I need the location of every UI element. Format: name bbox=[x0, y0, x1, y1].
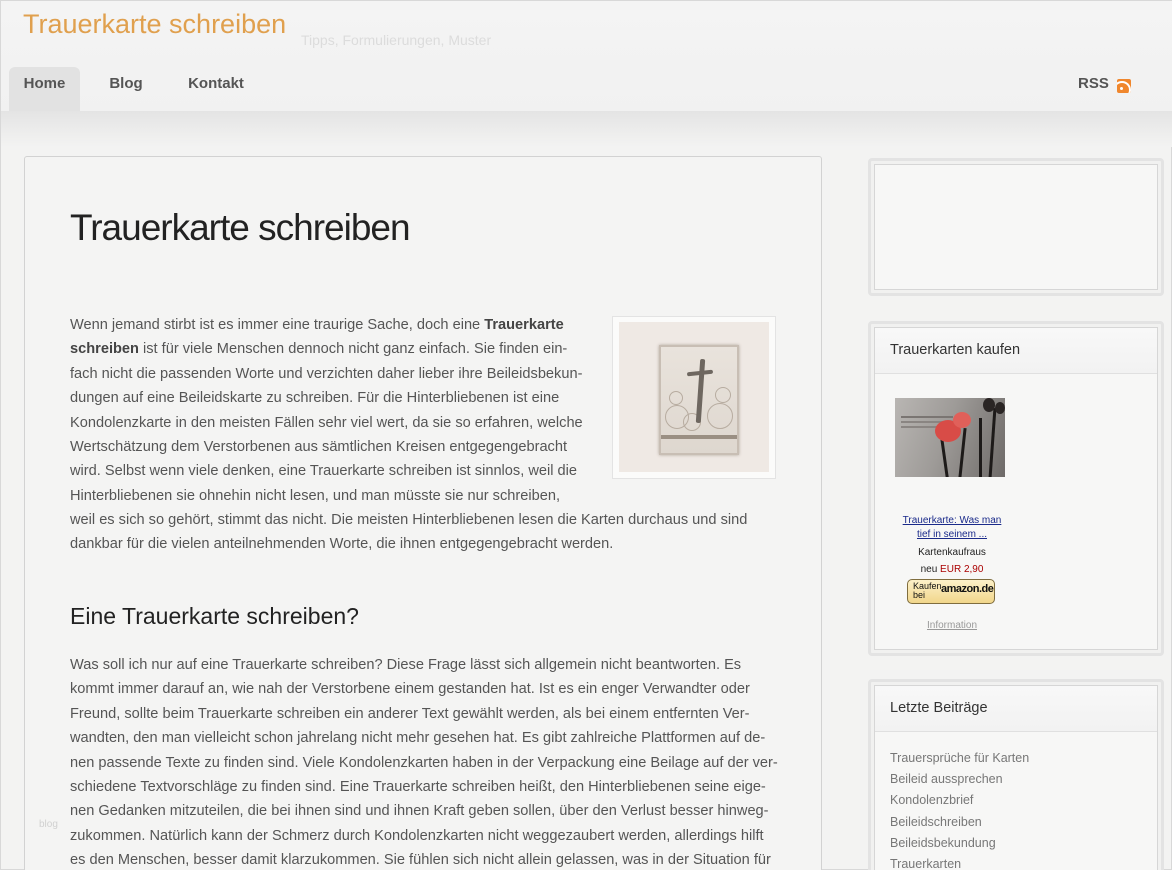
recent-posts-list: Trauersprüche für Karten Beileid ausspre… bbox=[890, 748, 1029, 870]
recent-post-link[interactable]: Beileidschreiben bbox=[890, 812, 1029, 833]
product-seller: Kartenkaufraus bbox=[918, 547, 986, 558]
post-title: Trauerkarte schreiben bbox=[70, 207, 411, 248]
product-link[interactable]: Trauerkarte: Was man tief in seinem ... bbox=[895, 514, 1009, 542]
widget-title-shop: Trauerkarten kaufen bbox=[875, 328, 1157, 374]
intro-paragraph-continued: weil es sich so gehört, stimmt das nicht… bbox=[70, 512, 748, 553]
recent-post-link[interactable]: Kondolenzbrief bbox=[890, 790, 1029, 811]
cross-card-icon bbox=[659, 345, 739, 455]
header-shadow bbox=[1, 111, 1172, 147]
recent-post-link[interactable]: Trauerkarten bbox=[890, 854, 1029, 870]
widget-title-recent: Letzte Beiträge bbox=[875, 686, 1157, 732]
rss-link[interactable]: RSS bbox=[1078, 75, 1109, 92]
nav-kontakt[interactable]: Kontakt bbox=[181, 67, 251, 111]
site-title[interactable]: Trauerkarte schreiben bbox=[23, 9, 286, 40]
site-tagline: Tipps, Formulierungen, Muster bbox=[301, 32, 492, 48]
product-price: neu EUR 2,90 bbox=[920, 564, 984, 575]
buy-at-amazon-button[interactable]: Kaufen bei amazon.de bbox=[907, 579, 995, 604]
main-content: Trauerkarte schreiben Wenn jemand stirbt… bbox=[24, 156, 822, 870]
product-image[interactable] bbox=[895, 398, 1005, 477]
info-link[interactable]: Information bbox=[895, 620, 1009, 631]
faint-blog-label: blog bbox=[39, 819, 58, 830]
section-paragraph: Was soll ich nur auf eine Trauerkarte sc… bbox=[70, 657, 778, 869]
section-heading: Eine Trauerkarte schreiben? bbox=[70, 603, 359, 629]
site-header: Trauerkarte schreiben Tipps, Formulierun… bbox=[1, 1, 1172, 113]
sidebar-widget-recent: Letzte Beiträge Trauersprüche für Karten… bbox=[868, 679, 1164, 870]
sidebar-widget-shop: Trauerkarten kaufen Trauerkarte: Was man… bbox=[868, 321, 1164, 656]
recent-post-link[interactable]: Beileid aussprechen bbox=[890, 769, 1029, 790]
recent-post-link[interactable]: Trauersprüche für Karten bbox=[890, 748, 1029, 769]
recent-post-link[interactable]: Beileidsbekundung bbox=[890, 833, 1029, 854]
rss-feed-icon[interactable] bbox=[1117, 79, 1131, 93]
nav-blog[interactable]: Blog bbox=[105, 67, 147, 111]
nav-home[interactable]: Home bbox=[9, 67, 80, 111]
intro-paragraph: Wenn jemand stirbt ist es immer eine tra… bbox=[70, 317, 583, 504]
sidebar-widget-empty bbox=[868, 158, 1164, 296]
sympathy-card-image bbox=[612, 316, 776, 479]
